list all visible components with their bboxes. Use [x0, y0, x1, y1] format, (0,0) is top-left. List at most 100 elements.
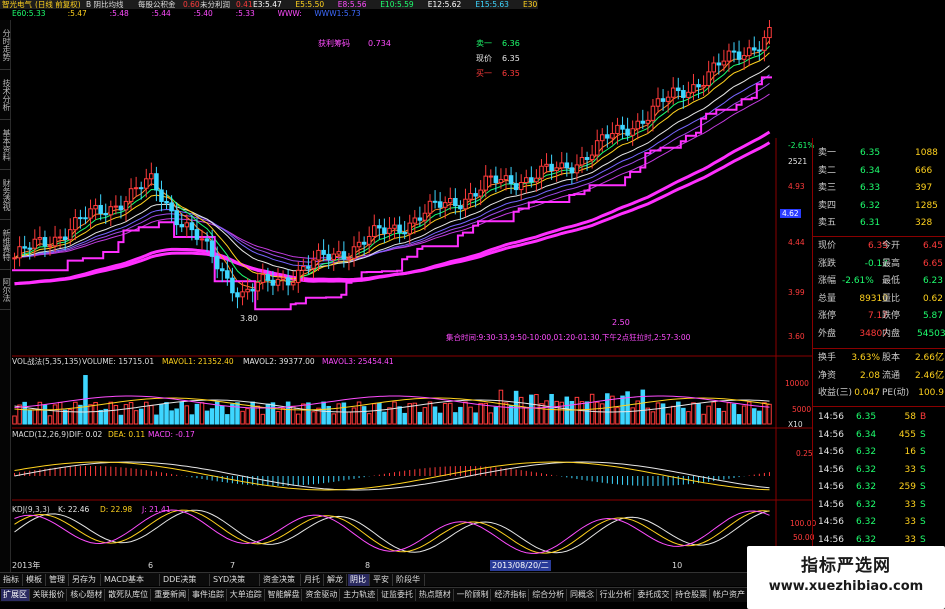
volume-bar: [361, 406, 367, 425]
extension-tab[interactable]: 一阶顾制: [455, 589, 492, 601]
candle-body: [407, 222, 413, 235]
tick-price: 6.32: [856, 464, 877, 475]
extension-tab[interactable]: 行业分析: [598, 589, 635, 601]
extension-tab[interactable]: 散死队库位: [106, 589, 152, 601]
extension-tab[interactable]: 同概念: [568, 589, 597, 601]
candle-body: [534, 177, 539, 183]
indicator-tab[interactable]: 资金决策: [261, 574, 301, 586]
extension-tab[interactable]: 资金驱动: [303, 589, 341, 601]
extension-tab[interactable]: 经济指标: [492, 589, 530, 601]
volume-bar: [219, 405, 225, 425]
left-tab-5[interactable]: 阿尔法: [0, 270, 11, 310]
extension-tab[interactable]: 证监委托: [379, 589, 416, 601]
candle-body: [93, 204, 98, 210]
candle-body: [422, 212, 428, 221]
candle-body: [214, 255, 220, 270]
indicator-tab[interactable]: 指标: [1, 574, 23, 586]
macd-value: MACD: -0.17: [148, 430, 195, 439]
volume-bar: [240, 410, 245, 425]
tick-volume: 455: [898, 429, 916, 440]
left-tab-1[interactable]: 技术分析: [0, 70, 11, 120]
buy1-tag-label: 买一: [476, 69, 492, 78]
indicator-tab[interactable]: 月托: [302, 574, 324, 586]
volume-bar: [635, 400, 641, 425]
volume-bar: [529, 394, 534, 425]
price-axis-label: 4.44: [788, 238, 805, 247]
quote-label: 跌停: [882, 311, 901, 322]
volume-bar: [701, 413, 706, 425]
kdj-line: [14, 509, 770, 554]
extension-tab[interactable]: 持仓股票: [673, 589, 710, 601]
extension-tab[interactable]: 帐户资产: [711, 589, 748, 601]
candle-body: [154, 173, 159, 191]
date-axis-label: 2013/08/20/二: [490, 560, 551, 571]
stock-name[interactable]: 智光电气: [2, 0, 32, 9]
extension-tab[interactable]: 事件追踪: [190, 589, 227, 601]
volume-panel-title: VOL战法(5,35,135) VOLUME: 15715.01 MAVOL1:…: [12, 357, 412, 367]
indicator-tab[interactable]: DDE决策: [161, 574, 210, 586]
candle-body: [245, 288, 250, 293]
extension-tab[interactable]: 委托成交: [635, 589, 673, 601]
volume-axis-mid: 5000: [792, 405, 812, 414]
candle-body: [326, 253, 331, 261]
left-tab-4[interactable]: 新维赛特: [0, 220, 11, 270]
indicator-tab[interactable]: 管理: [47, 574, 69, 586]
extension-tab[interactable]: 重要新闻: [152, 589, 189, 601]
extension-tab[interactable]: 大单追踪: [228, 589, 265, 601]
ask-level-label: 卖二: [818, 165, 837, 176]
volume-bar: [731, 403, 737, 425]
indicator-tab[interactable]: 另存为: [70, 574, 101, 586]
extension-tab[interactable]: 关联报价: [31, 589, 68, 601]
volume-bar: [235, 402, 240, 425]
tick-volume: 16: [904, 447, 916, 457]
candle-body: [189, 222, 195, 231]
indicator-tab[interactable]: 模板: [24, 574, 46, 586]
candle-body: [12, 257, 17, 260]
left-tab-3[interactable]: 财务透视: [0, 170, 11, 220]
indicator-tab[interactable]: 解龙: [325, 574, 347, 586]
indicator-tab[interactable]: 阶段华: [394, 574, 425, 586]
extension-tab[interactable]: 综合分析: [530, 589, 567, 601]
ma-legend-item: E5:5.50: [295, 0, 325, 9]
volume-bar: [579, 401, 585, 425]
volume-bar: [615, 407, 620, 425]
ask-level-price: 6.35: [860, 148, 881, 158]
per-share-label: 每股公积金: [138, 0, 176, 9]
volume-bar: [321, 401, 326, 425]
quote-label: 内盘: [882, 329, 901, 339]
extension-tab[interactable]: 主力轨迹: [341, 589, 378, 601]
auction-time-note: 集合时间:9:30-33,9:50-10:00,01:20-01:30,下午2点…: [446, 333, 691, 342]
stock-chart-canvas[interactable]: [12, 20, 812, 560]
candle-body: [255, 281, 261, 292]
tick-time: 14:56: [818, 534, 844, 545]
volume-bar: [62, 409, 68, 425]
volume-bar: [27, 409, 33, 425]
extension-tab[interactable]: 扩展区: [1, 589, 30, 601]
extension-tab[interactable]: 核心题材: [68, 589, 106, 601]
extension-tab[interactable]: 智能解盘: [266, 589, 303, 601]
indicator-tab[interactable]: MACD基本: [102, 574, 160, 586]
stat-label: PE(动): [882, 388, 910, 398]
ma-legend-item: E15:5.63: [475, 0, 509, 9]
left-tab-0[interactable]: 分时走势: [0, 20, 11, 70]
left-tab-2[interactable]: 基本资料: [0, 120, 11, 170]
candle-body: [225, 270, 230, 279]
indicator-tab[interactable]: 阴比: [348, 574, 370, 586]
undistributed-label: 未分利润: [200, 0, 230, 9]
candle-body: [306, 266, 311, 269]
quote-label: 总量: [818, 293, 837, 304]
candle-body: [640, 120, 646, 124]
candle-body: [696, 84, 701, 88]
ma2-legend-item: :5.48: [109, 9, 129, 18]
candle-body: [554, 167, 559, 171]
indicator-tab[interactable]: SYD决策: [211, 574, 260, 586]
tick-side: S: [920, 482, 926, 492]
candle-body: [447, 197, 453, 204]
candle-body: [108, 206, 114, 216]
indicator-tab[interactable]: 平安: [371, 574, 393, 586]
watermark-url: www.xuezhibiao.com: [768, 579, 924, 594]
candle-body: [138, 187, 144, 190]
candle-body: [503, 175, 509, 181]
dif-value: DIF: 0.02: [69, 430, 103, 439]
extension-tab[interactable]: 热点题材: [417, 589, 454, 601]
